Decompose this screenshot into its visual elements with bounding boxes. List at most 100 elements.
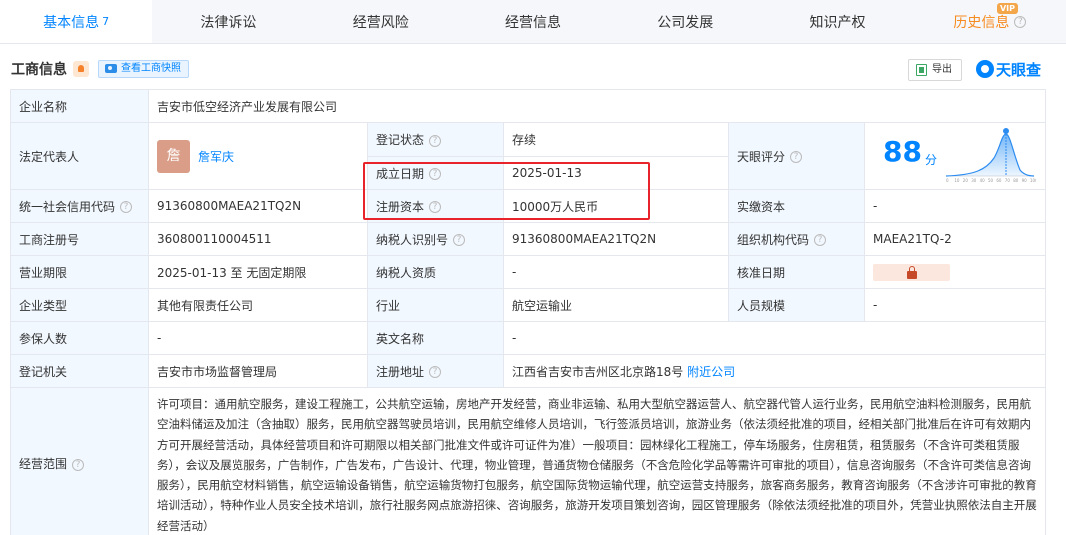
tab-ip[interactable]: 知识产权 <box>761 0 913 43</box>
org-code: MAEA21TQ-2 <box>863 222 1047 256</box>
export-button[interactable]: 导出 <box>908 59 962 81</box>
logo-icon <box>976 60 994 78</box>
score-axis-tick: 80 <box>1013 178 1019 183</box>
tianyancha-logo: 天眼查 <box>976 58 1041 80</box>
scope-label-cell: 经营范围? <box>10 386 149 535</box>
tab-risk[interactable]: 经营风险 <box>305 0 457 43</box>
score-axis-tick: 30 <box>971 178 977 183</box>
tab-history[interactable]: 历史信息? VIP <box>914 0 1066 43</box>
help-icon[interactable]: ? <box>429 168 442 180</box>
avatar[interactable]: 詹 <box>157 139 190 173</box>
taxpayer-id: 91360800MAEA21TQ2N <box>503 222 729 256</box>
paid-capital: - <box>863 189 1047 223</box>
score-axis-tick: 40 <box>980 178 986 183</box>
est-date: 2025-01-13 <box>503 156 729 190</box>
logo-text: 天眼查 <box>996 60 1042 79</box>
en-name-label: 英文名称 <box>367 321 504 355</box>
tab-label: 知识产权 <box>809 14 866 31</box>
snapshot-label: 查看工商快照 <box>121 63 181 74</box>
industry: 航空运输业 <box>503 288 729 322</box>
legal-rep-label: 法定代表人 <box>10 122 149 190</box>
reg-status-label: 登记状态 <box>376 133 425 147</box>
authority-label: 登记机关 <box>10 354 149 388</box>
tab-operation[interactable]: 经营信息 <box>457 0 609 43</box>
scope-cell: 许可项目：通用航空服务，建设工程施工，公共航空运输，房地产开发经营，商业非运输、… <box>147 386 1047 535</box>
insured: - <box>148 321 368 355</box>
company-type: 其他有限责任公司 <box>148 288 368 322</box>
tab-label: 法律诉讼 <box>200 14 257 31</box>
export-label: 导出 <box>932 64 952 75</box>
est-date-label-cell: 成立日期? <box>367 156 504 190</box>
camera-icon <box>105 64 117 73</box>
tab-development[interactable]: 公司发展 <box>609 0 761 43</box>
company-name-label: 企业名称 <box>10 89 149 123</box>
score-value: 88 <box>883 135 922 168</box>
address-label: 注册地址 <box>376 364 425 379</box>
credit-code: 91360800MAEA21TQ2N <box>148 189 368 223</box>
score-axis-tick: 70 <box>1005 178 1011 183</box>
business-info-table: 企业名称 吉安市低空经济产业发展有限公司 法定代表人 詹詹军庆 登记状态? 存续… <box>10 89 1047 535</box>
scope-label: 经营范围 <box>19 457 68 472</box>
tab-count: 7 <box>102 15 110 28</box>
score-cell[interactable]: 88 分 0 102030405060708090100 <box>863 122 1047 190</box>
score-axis-tick: 20 <box>963 178 969 183</box>
term-label: 营业期限 <box>10 255 149 289</box>
help-icon[interactable]: ? <box>429 134 442 147</box>
vip-badge: VIP <box>996 3 1018 14</box>
help-icon[interactable]: ? <box>429 201 442 213</box>
help-icon[interactable]: ? <box>1014 15 1027 28</box>
company-name: 吉安市低空经济产业发展有限公司 <box>147 89 1047 123</box>
staff-label: 人员规模 <box>728 288 865 322</box>
type-label: 企业类型 <box>10 288 149 322</box>
tab-legal[interactable]: 法律诉讼 <box>152 0 304 43</box>
address-label-cell: 注册地址? <box>367 354 504 388</box>
help-icon[interactable]: ? <box>790 151 803 163</box>
legal-rep-cell: 詹詹军庆 <box>148 122 368 190</box>
lock-icon[interactable] <box>873 263 950 281</box>
tab-label: 历史信息 <box>953 14 1010 31</box>
score-axis-tick: 50 <box>988 178 994 183</box>
tab-basic-info[interactable]: 基本信息 7 <box>0 0 153 43</box>
score-axis-tick: 60 <box>996 178 1002 183</box>
snapshot-button[interactable]: 查看工商快照 <box>98 60 189 78</box>
score-axis-tick: 0 <box>946 178 949 183</box>
score-unit: 分 <box>925 153 938 167</box>
approval-date-label: 核准日期 <box>728 255 865 289</box>
approval-date-cell <box>863 255 1047 289</box>
help-icon[interactable]: ? <box>72 458 85 471</box>
help-icon[interactable]: ? <box>453 234 466 246</box>
section-header: 工商信息 查看工商快照 导出 天眼查 <box>0 55 1066 85</box>
score-distribution-chart: 0 102030405060708090100 <box>945 128 1036 183</box>
tab-label: 经营信息 <box>504 14 561 31</box>
score-axis-tick: 10 <box>954 178 960 183</box>
org-code-label-cell: 组织机构代码? <box>728 222 865 256</box>
taxpayer-qual-label: 纳税人资质 <box>367 255 504 289</box>
help-icon[interactable]: ? <box>814 234 827 246</box>
tab-label: 基本信息 <box>43 14 100 31</box>
help-icon[interactable]: ? <box>120 201 133 213</box>
score-label-cell: 天眼评分? <box>728 122 865 190</box>
score-label: 天眼评分 <box>737 149 786 164</box>
address-cell: 江西省吉安市吉州区北京路18号 附近公司 <box>502 354 1047 388</box>
reg-capital-label: 注册资本 <box>376 199 425 214</box>
section-title: 工商信息 <box>11 62 67 78</box>
reg-capital: 10000万人民币 <box>503 189 729 223</box>
bell-icon[interactable] <box>73 61 89 77</box>
help-icon[interactable]: ? <box>429 366 442 378</box>
tab-bar: 基本信息 7 法律诉讼 经营风险 经营信息 公司发展 知识产权 历史信息? VIP <box>0 0 1066 44</box>
en-name: - <box>502 321 1047 355</box>
tab-label: 经营风险 <box>352 14 409 31</box>
authority: 吉安市市场监督管理局 <box>148 354 368 388</box>
legal-rep-link[interactable]: 詹军庆 <box>198 150 234 164</box>
nearby-companies-link[interactable]: 附近公司 <box>687 365 735 379</box>
insured-label: 参保人数 <box>10 321 149 355</box>
reg-capital-label-cell: 注册资本? <box>367 189 504 223</box>
org-code-label: 组织机构代码 <box>737 232 810 247</box>
taxpayer-id-label-cell: 纳税人识别号? <box>367 222 504 256</box>
industry-label: 行业 <box>367 288 504 322</box>
est-date-label: 成立日期 <box>376 166 425 181</box>
score-axis-tick: 90 <box>1022 178 1028 183</box>
credit-code-label: 统一社会信用代码 <box>19 199 116 214</box>
business-scope: 许可项目：通用航空服务，建设工程施工，公共航空运输，房地产开发经营，商业非运输、… <box>157 397 1037 533</box>
score-axis-tick: 100 <box>1030 178 1036 183</box>
